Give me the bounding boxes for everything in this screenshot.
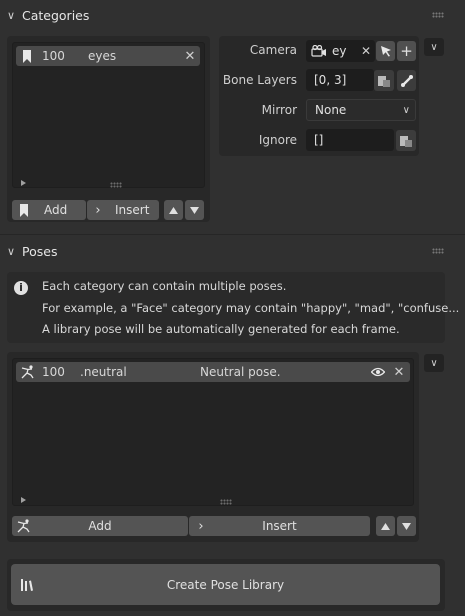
chevron-down-icon: ∨ (6, 8, 16, 22)
drag-grip-icon[interactable] (432, 248, 444, 254)
add-label: Add (88, 519, 112, 533)
eye-icon[interactable] (368, 367, 388, 377)
triangle-up-icon (169, 206, 178, 214)
triangle-up-icon (381, 522, 390, 530)
move-down-button[interactable] (185, 200, 204, 220)
categories-specials-menu[interactable]: ∨ (424, 38, 444, 56)
poses-panel-header[interactable]: ∨ Poses (0, 237, 452, 265)
bone-layers-copy-button[interactable] (374, 70, 394, 91)
poses-list[interactable]: 100 .neutral Neutral pose. ✕ (12, 358, 414, 506)
create-library-container: Create Pose Library (7, 559, 445, 611)
list-resize-handle[interactable] (110, 182, 122, 188)
category-number[interactable]: 100 (38, 49, 88, 63)
close-icon[interactable]: ✕ (180, 49, 200, 64)
move-down-button[interactable] (397, 516, 416, 536)
eyedropper-button[interactable] (376, 41, 395, 61)
chevron-down-icon: ∨ (6, 244, 16, 258)
create-pose-library-button[interactable]: Create Pose Library (11, 564, 440, 605)
category-properties: Camera ey ✕ + Bone Layers [0, 3] Mirror … (219, 36, 419, 156)
list-item[interactable]: 100 .neutral Neutral pose. ✕ (16, 362, 410, 382)
camera-label: Camera (249, 43, 297, 57)
bone-icon (400, 74, 413, 87)
ignore-label: Ignore (258, 133, 297, 147)
list-item[interactable]: 100 eyes ✕ (16, 46, 200, 66)
categories-title: Categories (22, 7, 90, 23)
info-line-2: For example, a "Face" category may conta… (42, 301, 460, 315)
add-category-button[interactable]: Add (12, 200, 86, 220)
clipboard-icon (378, 75, 390, 87)
add-pose-button[interactable]: Add (12, 516, 188, 536)
triangle-down-icon (190, 206, 199, 214)
expand-triangle-icon[interactable] (21, 180, 26, 186)
insert-pose-button[interactable]: › Insert (189, 516, 370, 536)
poses-title: Poses (22, 243, 58, 259)
add-label: Add (44, 203, 68, 217)
poses-list-container: 100 .neutral Neutral pose. ✕ Add › Inser… (7, 352, 419, 542)
plus-icon: + (400, 42, 413, 60)
chevron-down-icon: ∨ (402, 104, 410, 116)
info-line-1: Each category can contain multiple poses… (42, 279, 287, 293)
ignore-field[interactable]: [] (306, 129, 394, 151)
mirror-label: Mirror (261, 103, 297, 117)
insert-label: Insert (262, 519, 297, 533)
create-pose-library-label: Create Pose Library (166, 577, 285, 592)
insert-label: Insert (115, 203, 150, 217)
pose-name[interactable]: .neutral (80, 365, 200, 379)
move-up-button[interactable] (164, 200, 183, 220)
eyedropper-icon (380, 46, 391, 57)
insert-category-button[interactable]: › Insert (87, 200, 159, 220)
chevron-down-icon: ∨ (430, 357, 438, 369)
chevron-down-icon: ∨ (430, 41, 438, 53)
category-name[interactable]: eyes (88, 49, 180, 63)
list-resize-handle[interactable] (220, 499, 232, 505)
camera-value: ey (332, 44, 347, 58)
bookmark-icon (16, 49, 38, 63)
triangle-down-icon (402, 522, 411, 530)
info-line-3: A library pose will be automatically gen… (42, 322, 400, 336)
camera-field[interactable]: ey ✕ (306, 40, 375, 62)
bone-button[interactable] (397, 70, 416, 91)
info-icon: i (14, 281, 28, 295)
close-icon[interactable]: ✕ (388, 365, 410, 380)
bookmark-icon (12, 203, 36, 217)
categories-list-container: 100 eyes ✕ Add › Insert (7, 36, 210, 222)
ignore-copy-button[interactable] (396, 130, 416, 151)
bone-layers-field[interactable]: [0, 3] (306, 69, 374, 91)
pose-number[interactable]: 100 (40, 365, 80, 379)
clipboard-icon (400, 135, 412, 147)
move-up-button[interactable] (376, 516, 395, 536)
chevron-right-icon: › (95, 202, 101, 218)
mirror-value: None (315, 103, 347, 117)
categories-panel-header[interactable]: ∨ Categories (0, 1, 452, 29)
categories-list[interactable]: 100 eyes ✕ (12, 42, 205, 188)
expand-triangle-icon[interactable] (21, 497, 26, 503)
pose-description[interactable]: Neutral pose. (200, 365, 368, 379)
close-icon[interactable]: ✕ (357, 44, 375, 58)
bone-layers-label: Bone Layers (222, 73, 297, 87)
pose-icon (16, 365, 40, 379)
panel-divider (0, 234, 465, 235)
add-camera-button[interactable]: + (397, 41, 416, 61)
camera-icon (310, 44, 328, 58)
mirror-dropdown[interactable]: None ∨ (306, 99, 416, 121)
drag-grip-icon[interactable] (432, 12, 444, 18)
poses-specials-menu[interactable]: ∨ (424, 354, 444, 372)
library-icon (19, 577, 35, 595)
